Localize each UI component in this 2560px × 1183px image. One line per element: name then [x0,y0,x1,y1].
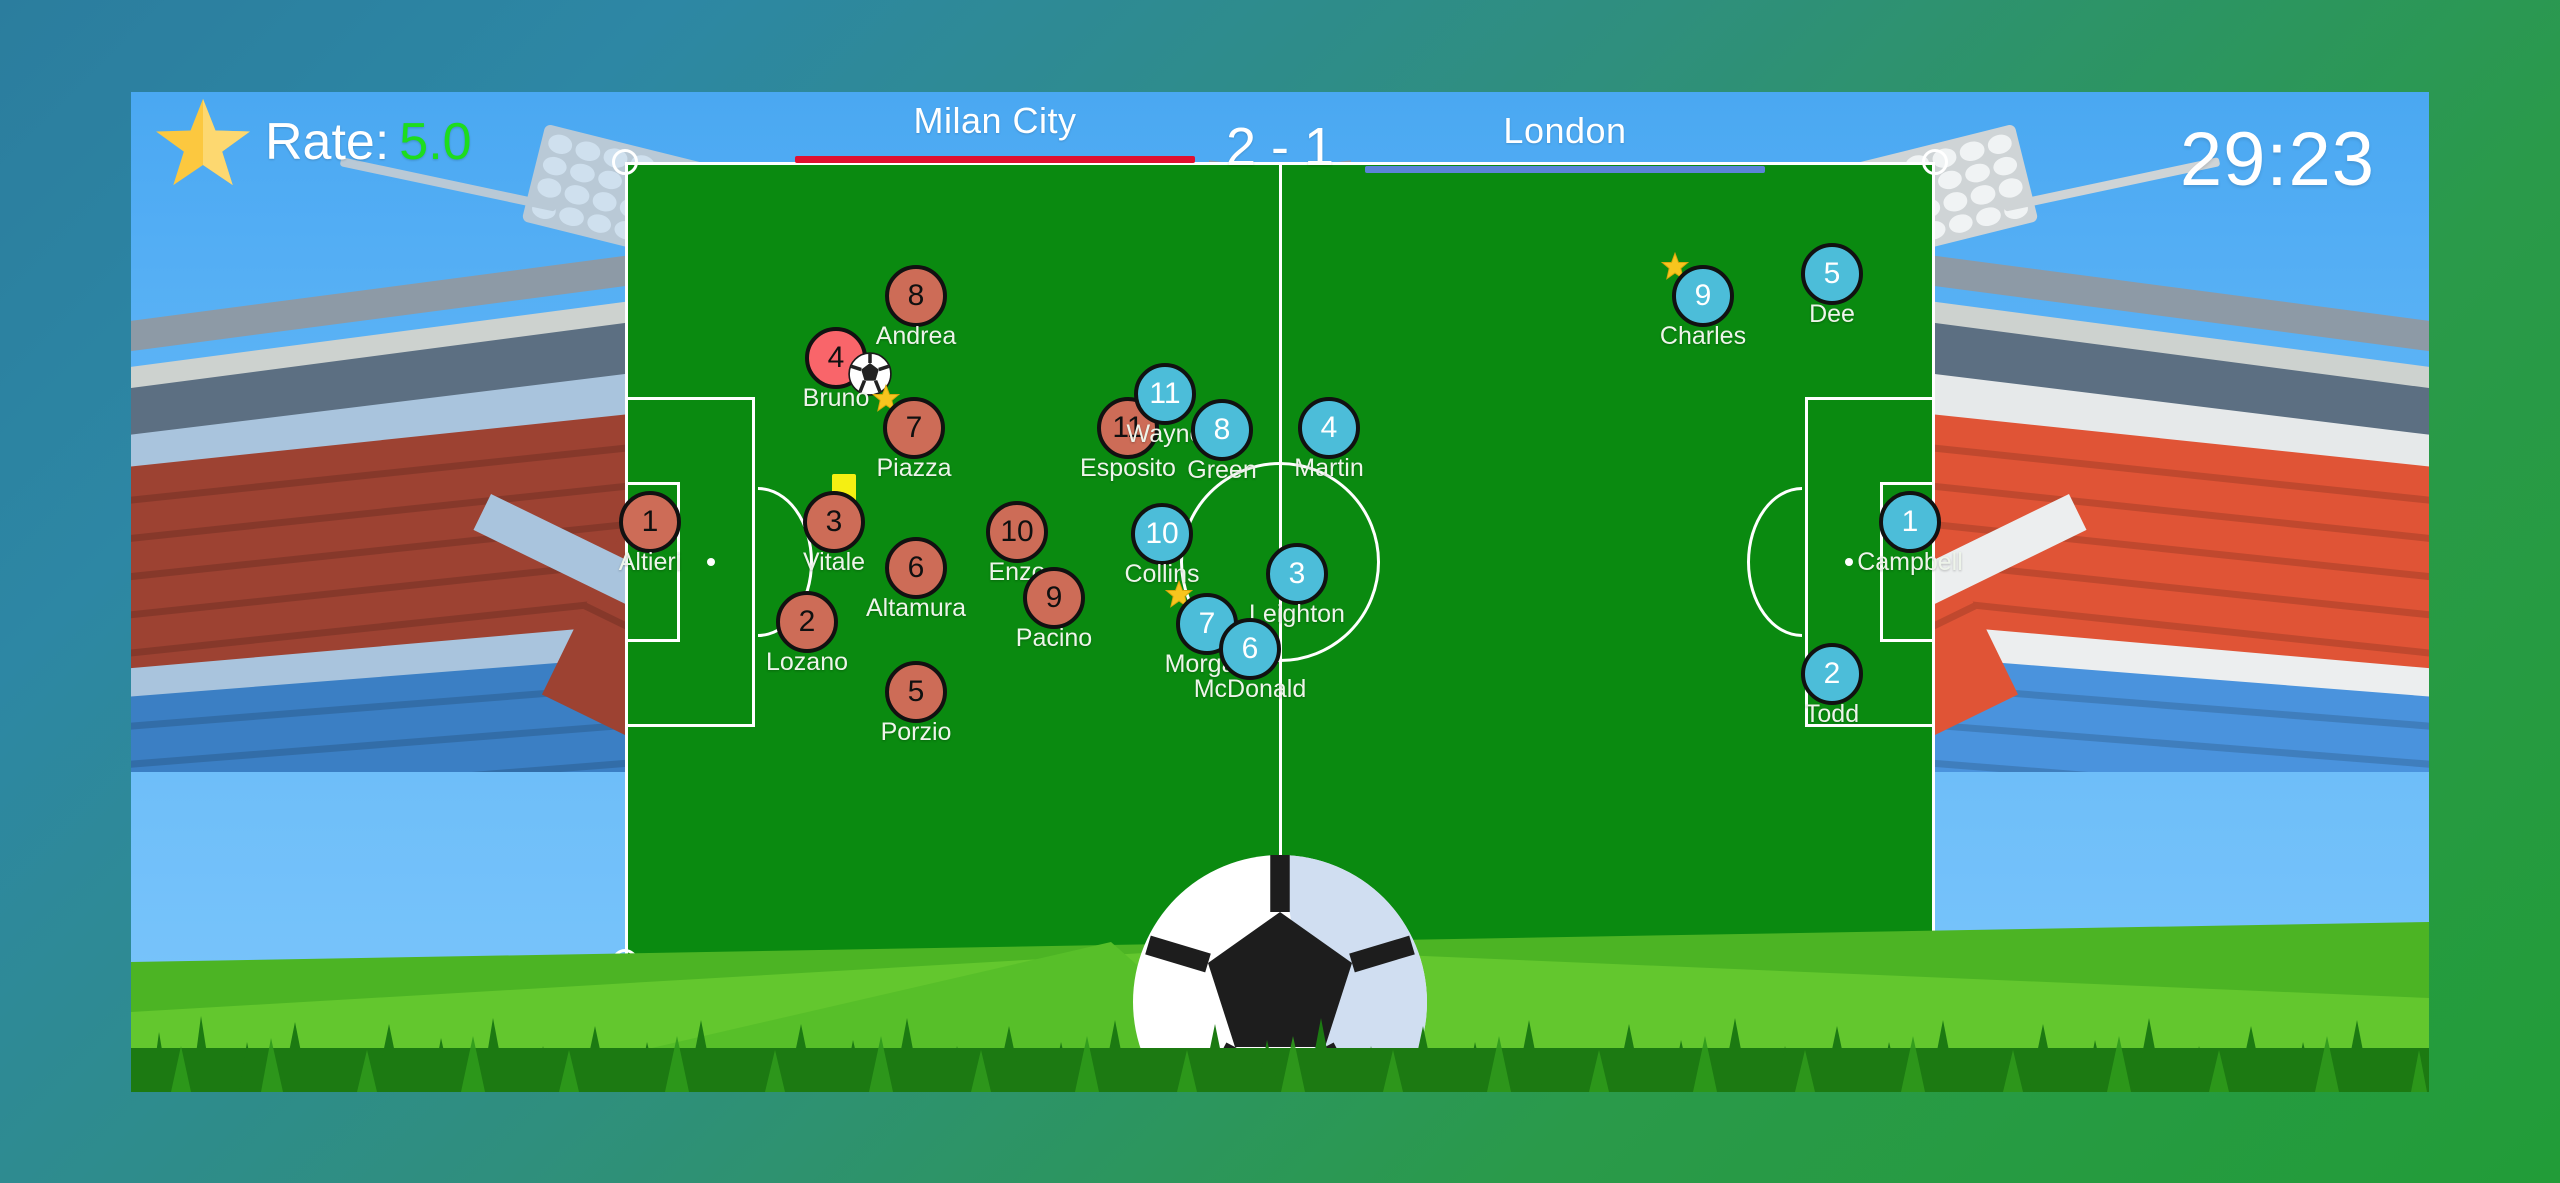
rate-label: Rate: [265,113,390,171]
player-number: 4 [1298,397,1360,459]
home-team-name: Milan City [913,100,1077,141]
player-number: 10 [986,501,1048,563]
player-number: 9 [1672,265,1734,327]
player-number: 2 [776,591,838,653]
player-number: 7 [883,397,945,459]
rate-value: 5.0 [399,113,472,171]
player-name: Pacino [1015,624,1093,652]
pitch[interactable]: 1 Altieri 8 Andrea 4 Bruno 7 Piazza 3 Vitale 11 Esp… [612,149,1963,975]
player-number: 2 [1801,643,1863,705]
player-number: 11 [1134,363,1196,425]
grass-blades [131,1016,2429,1092]
player-name: Martin [1294,454,1364,482]
star-icon [156,98,250,186]
player-name: Altamura [865,594,967,622]
player-number: 10 [1131,503,1193,565]
player-number: 6 [1219,618,1281,680]
rate-display: Rate: 5.0 [155,96,472,188]
player-name: Charles [1659,322,1747,350]
player-name: McDonald [1193,675,1307,703]
player-number: 1 [1879,491,1941,553]
player-number: 3 [1266,543,1328,605]
away-team-bar [1365,166,1765,173]
player-name: Porzio [880,718,952,746]
player-number: 3 [803,491,865,553]
home-team-bar [795,156,1195,163]
hud: Rate: 5.0 Milan City 2 - 1 London 29:23 [131,92,2429,242]
score-value: 2 - 1 [1225,117,1335,177]
player-number: 5 [885,661,947,723]
away-team-name: London [1503,110,1627,151]
player-name: Campbell [1857,548,1963,576]
away-team-block: London [1365,100,1765,173]
player-number: 8 [1191,399,1253,461]
player-number: 6 [885,537,947,599]
player-number: 5 [1801,243,1863,305]
rate-text: Rate: 5.0 [265,112,472,172]
home-team-block: Milan City [795,100,1195,163]
player-number: 8 [885,265,947,327]
match-timer: 29:23 [2179,117,2375,202]
player-name: Todd [1804,700,1860,728]
player-number: 1 [619,491,681,553]
game-stage: 1 Altieri 8 Andrea 4 Bruno 7 Piazza 3 Vitale 11 Esp… [131,92,2429,1092]
scoreboard: Milan City 2 - 1 London [795,100,1765,178]
player-name: Collins [1124,560,1200,588]
player-name: Lozano [765,648,849,676]
